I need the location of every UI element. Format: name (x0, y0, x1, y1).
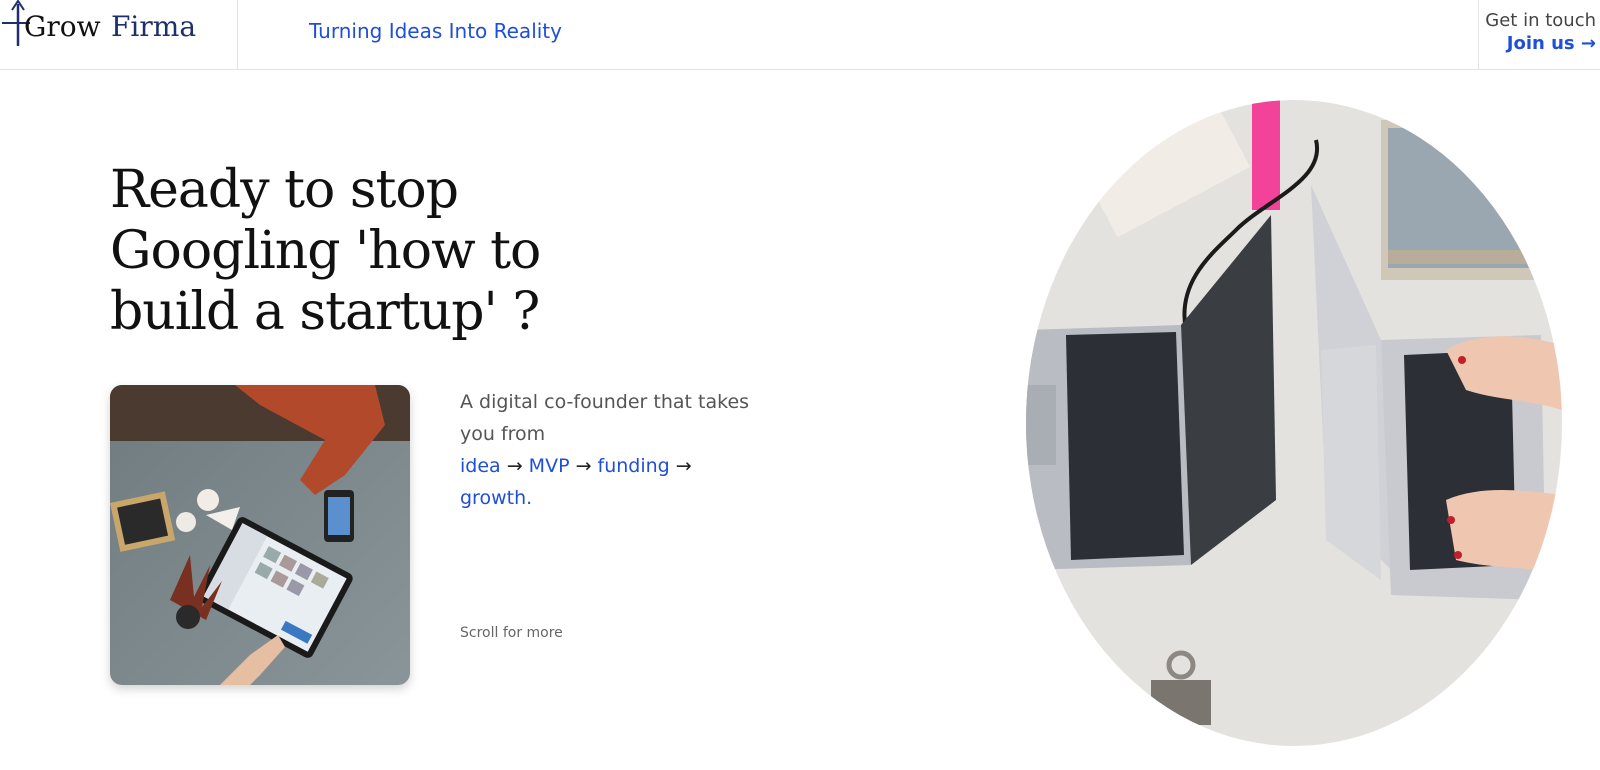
flow-arrow: → (569, 455, 598, 477)
header-tagline-link[interactable]: Turning Ideas Into Reality (309, 19, 562, 43)
description-text: A digital co-founder that takes you from (460, 391, 750, 445)
scroll-hint: Scroll for more (460, 625, 563, 641)
svg-text:Firma: Firma (111, 10, 196, 43)
headline-line-2: Googling 'how to (110, 221, 541, 281)
hero-headline: Ready to stop Googling 'how to build a s… (110, 160, 570, 343)
site-header: Grow Firma Turning Ideas Into Reality Ge… (0, 0, 1600, 70)
flow-arrow: → (669, 455, 692, 477)
contact-label: Get in touch (1485, 10, 1596, 31)
flow-item-funding[interactable]: funding (598, 455, 670, 477)
hero-photo-laptops (1026, 100, 1562, 746)
flow-item-growth[interactable]: growth. (460, 487, 532, 509)
flow-arrow: → (500, 455, 529, 477)
headline-line-1: Ready to stop (110, 160, 459, 220)
tablet-photo-illustration (110, 385, 410, 685)
journey-flow: idea → MVP → funding → growth. (460, 455, 692, 509)
brand-logo[interactable]: Grow Firma (0, 0, 238, 69)
brand-logo-mark: Grow Firma (2, 0, 196, 46)
hero-description: A digital co-founder that takes you from… (460, 386, 760, 514)
headline-line-3: build a startup' ? (110, 282, 540, 342)
laptops-photo-illustration (1026, 100, 1562, 746)
hero-photo-tablet (110, 385, 410, 685)
flow-item-mvp[interactable]: MVP (529, 455, 570, 477)
join-us-link[interactable]: Join us → (1479, 32, 1596, 56)
contact-block: Get in touch Join us → (1478, 0, 1600, 69)
flow-item-idea[interactable]: idea (460, 455, 501, 477)
svg-text:Grow: Grow (24, 10, 101, 43)
